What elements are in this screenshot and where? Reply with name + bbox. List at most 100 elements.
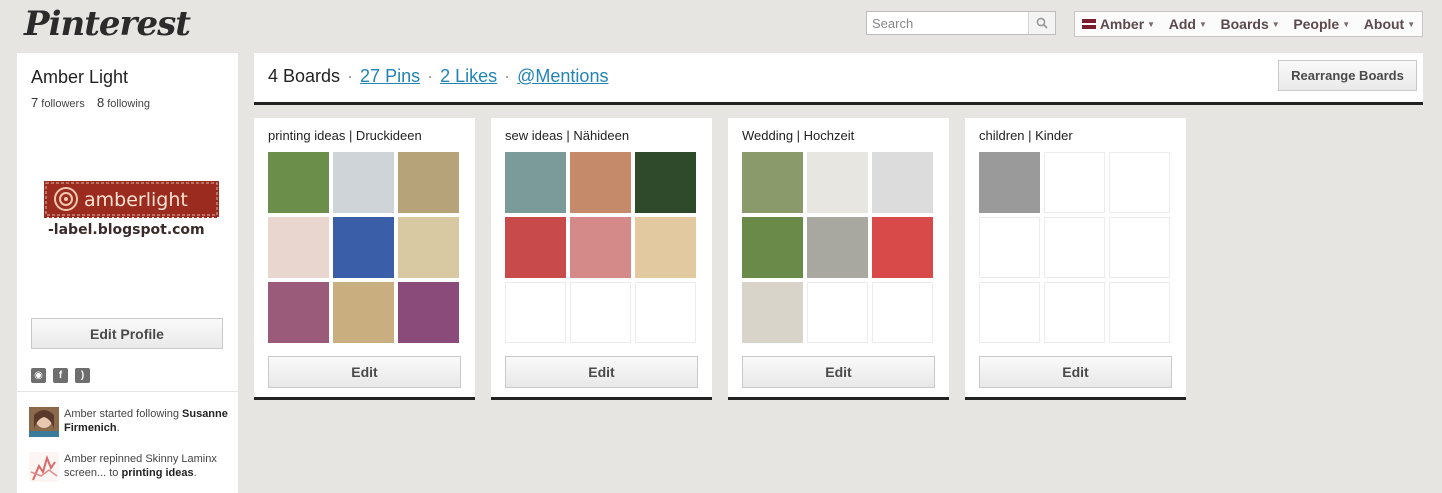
edit-board-button[interactable]: Edit — [742, 356, 935, 388]
nav-boards-menu[interactable]: Boards ▼ — [1221, 16, 1280, 32]
activity-suffix: . — [116, 422, 120, 434]
activity-pin-thumb[interactable] — [29, 452, 59, 482]
pin-thumbnail[interactable] — [398, 217, 459, 278]
pin-thumbnail[interactable] — [333, 217, 394, 278]
activity-description: Amber started following — [64, 408, 179, 420]
nav-boards-label: Boards — [1220, 16, 1269, 32]
search-icon — [1036, 17, 1048, 29]
chevron-down-icon: ▼ — [1147, 19, 1156, 29]
nav-people-menu[interactable]: People ▼ — [1293, 16, 1350, 32]
flag-icon — [1081, 19, 1096, 29]
stats-tabs: 4 Boards · 27 Pins · 2 Likes · @Mentions — [268, 66, 608, 87]
empty-pin-slot — [1044, 282, 1105, 343]
empty-pin-slot — [1109, 282, 1170, 343]
followers-label: followers — [41, 98, 85, 110]
pin-thumbnail[interactable] — [333, 282, 394, 343]
tab-likes[interactable]: 2 Likes — [440, 66, 497, 87]
pinterest-icon[interactable]: ◉ — [31, 368, 46, 383]
board-card[interactable]: sew ideas | Nähideen Edit — [491, 118, 712, 400]
board-thumbnails — [742, 152, 934, 343]
pin-thumbnail[interactable] — [505, 152, 566, 213]
rss-icon[interactable]: ) — [75, 368, 90, 383]
pin-thumbnail[interactable] — [268, 282, 329, 343]
separator: · — [427, 66, 434, 86]
empty-pin-slot — [1044, 217, 1105, 278]
empty-pin-slot — [807, 282, 868, 343]
empty-pin-slot — [570, 282, 631, 343]
pin-thumbnail[interactable] — [268, 217, 329, 278]
board-title[interactable]: Wedding | Hochzeit — [742, 128, 854, 143]
tab-boards[interactable]: 4 Boards — [268, 66, 340, 87]
search-input[interactable] — [867, 12, 1037, 34]
avatar: amberlight -label.blogspot.com — [44, 181, 219, 246]
tab-mentions[interactable]: @Mentions — [517, 66, 608, 87]
pin-thumbnail[interactable] — [635, 152, 696, 213]
edit-board-button[interactable]: Edit — [268, 356, 461, 388]
board-title[interactable]: sew ideas | Nähideen — [505, 128, 629, 143]
follow-stats: 7 followers 8 following — [31, 95, 150, 110]
profile-name: Amber Light — [31, 67, 129, 87]
edit-board-button[interactable]: Edit — [505, 356, 698, 388]
pin-thumbnail[interactable] — [333, 152, 394, 213]
pin-thumbnail[interactable] — [570, 217, 631, 278]
nav-about-menu[interactable]: About ▼ — [1364, 16, 1415, 32]
nav-people-label: People — [1293, 16, 1340, 32]
board-thumbnails — [505, 152, 697, 343]
pinterest-logo[interactable]: Pinterest — [24, 4, 191, 44]
nav-add-menu[interactable]: Add ▼ — [1169, 16, 1207, 32]
rearrange-boards-button[interactable]: Rearrange Boards — [1278, 60, 1417, 91]
search-button[interactable] — [1028, 12, 1055, 34]
pin-thumbnail[interactable] — [742, 217, 803, 278]
search-box — [866, 11, 1056, 35]
pin-thumbnail[interactable] — [807, 152, 868, 213]
pin-thumbnail[interactable] — [570, 152, 631, 213]
pin-thumbnail[interactable] — [742, 282, 803, 343]
pin-thumbnail[interactable] — [979, 152, 1040, 213]
following-count: 8 — [96, 95, 105, 110]
profile-sidebar: Amber Light 7 followers 8 following ambe… — [17, 53, 238, 493]
pin-thumbnail[interactable] — [807, 217, 868, 278]
pin-thumbnail[interactable] — [398, 282, 459, 343]
profile-stats-bar: 4 Boards · 27 Pins · 2 Likes · @Mentions… — [254, 53, 1423, 105]
activity-text: Amber started following Susanne Firmenic… — [64, 407, 234, 435]
top-navigation: Amber ▼ Add ▼ Boards ▼ People ▼ About ▼ — [1074, 11, 1423, 37]
pin-thumbnail[interactable] — [635, 217, 696, 278]
empty-pin-slot — [635, 282, 696, 343]
edit-board-button[interactable]: Edit — [979, 356, 1172, 388]
board-card[interactable]: children | Kinder Edit — [965, 118, 1186, 400]
nav-user-menu[interactable]: Amber ▼ — [1081, 16, 1156, 32]
board-card[interactable]: printing ideas | Druckideen Edit — [254, 118, 475, 400]
empty-pin-slot — [872, 282, 933, 343]
followers-link[interactable]: 7 followers — [31, 95, 88, 110]
following-label: following — [107, 98, 151, 110]
pin-thumbnail[interactable] — [872, 152, 933, 213]
board-title[interactable]: printing ideas | Druckideen — [268, 128, 422, 143]
board-card[interactable]: Wedding | Hochzeit Edit — [728, 118, 949, 400]
social-links: ◉ f ) — [31, 368, 90, 383]
board-thumbnails — [979, 152, 1171, 343]
board-title[interactable]: children | Kinder — [979, 128, 1073, 143]
empty-pin-slot — [979, 282, 1040, 343]
activity-suffix: . — [193, 467, 197, 479]
pin-thumbnail[interactable] — [872, 217, 933, 278]
nav-user-label: Amber — [1099, 16, 1145, 32]
edit-profile-button[interactable]: Edit Profile — [31, 318, 223, 349]
divider — [17, 391, 238, 392]
separator: · — [347, 66, 354, 86]
tab-pins[interactable]: 27 Pins — [360, 66, 420, 87]
pin-thumbnail[interactable] — [742, 152, 803, 213]
nav-about-label: About — [1363, 16, 1405, 32]
activity-link[interactable]: printing ideas — [121, 467, 193, 479]
facebook-icon[interactable]: f — [53, 368, 68, 383]
activity-text: Amber repinned Skinny Laminx screen... t… — [64, 452, 234, 480]
pin-thumbnail[interactable] — [505, 217, 566, 278]
banner-text-bottom: -label.blogspot.com — [48, 222, 205, 238]
pin-thumbnail[interactable] — [268, 152, 329, 213]
followers-count: 7 — [31, 95, 39, 110]
following-link[interactable]: 8 following — [96, 95, 151, 110]
chevron-down-icon: ▼ — [1342, 19, 1351, 29]
pin-thumbnail[interactable] — [398, 152, 459, 213]
activity-avatar[interactable] — [29, 407, 59, 437]
empty-pin-slot — [979, 217, 1040, 278]
empty-pin-slot — [1109, 217, 1170, 278]
